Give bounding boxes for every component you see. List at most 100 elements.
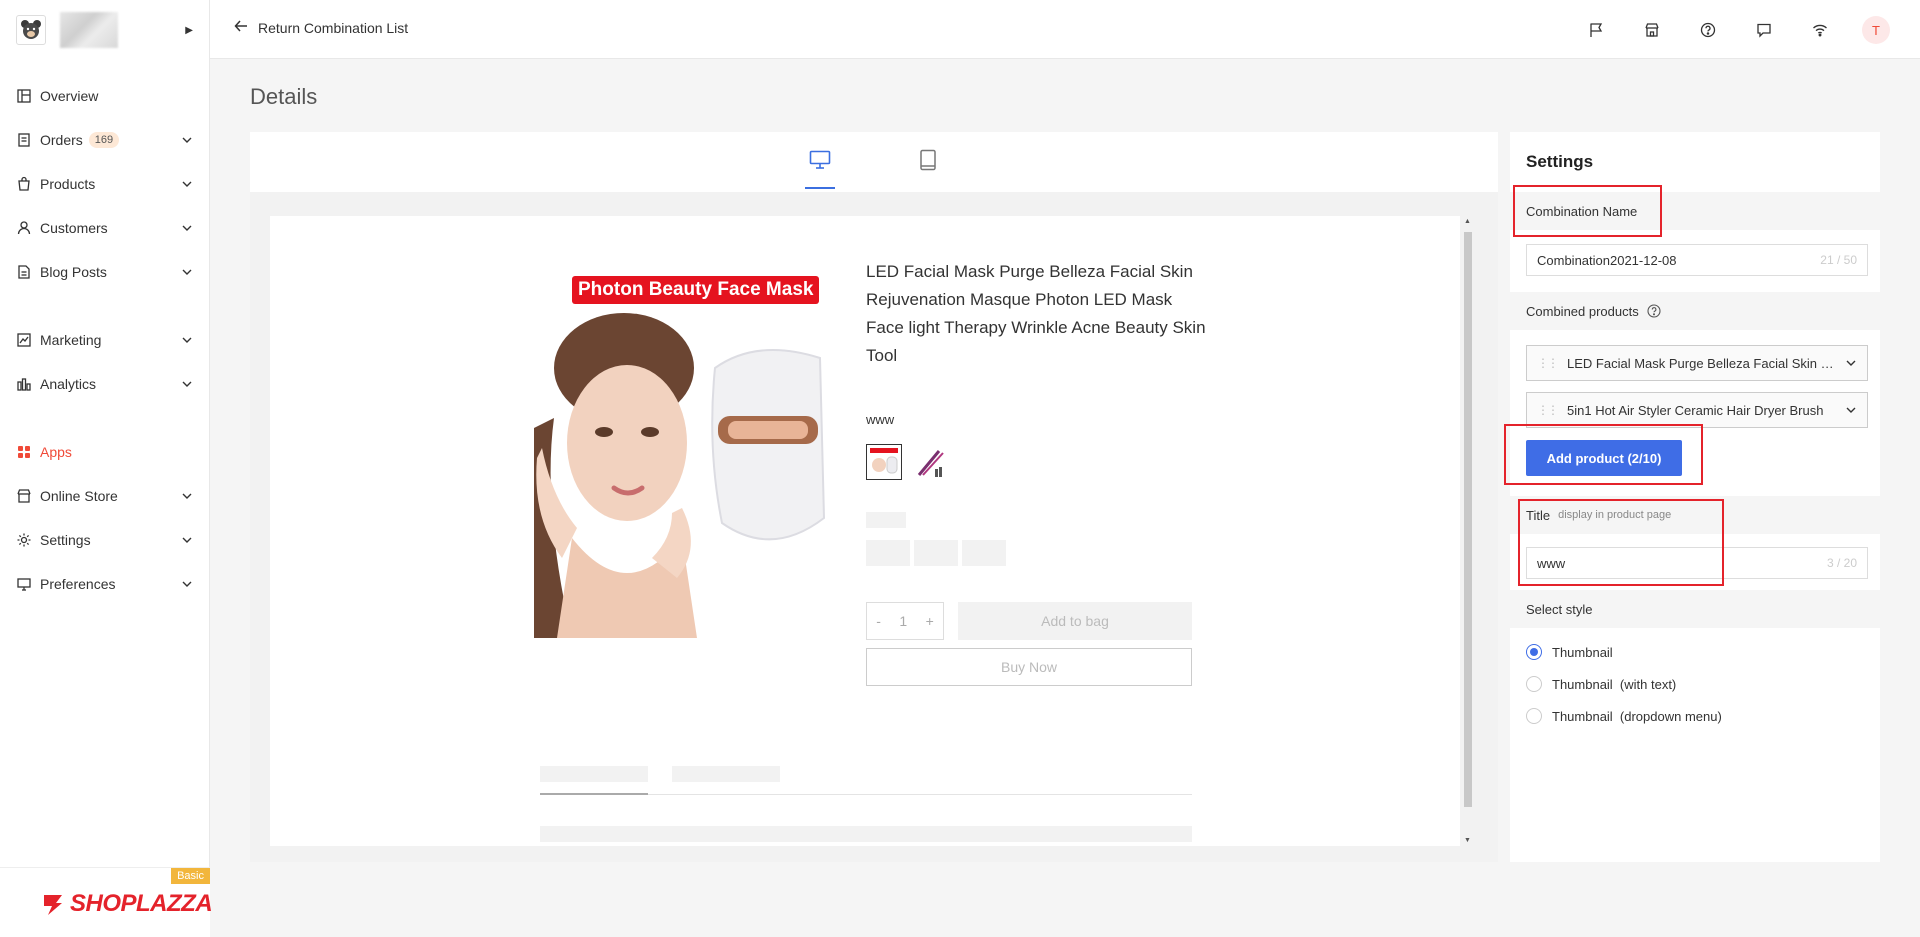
scroll-thumb[interactable] (1464, 232, 1472, 807)
tab-mobile[interactable] (913, 132, 943, 192)
combined-product-select-2[interactable]: ⋮⋮ 5in1 Hot Air Styler Ceramic Hair Drye… (1526, 392, 1868, 428)
product-preview-canvas: Photon Beauty Face Mask LED Facial Mask … (270, 216, 1460, 846)
thumbnail-face-mask[interactable] (866, 444, 902, 480)
option-placeholder (866, 540, 910, 566)
chevron-down-icon (181, 490, 193, 502)
apps-icon (16, 444, 32, 460)
sidebar-footer: Basic SHOPLAZZA (0, 867, 213, 937)
product-image: Photon Beauty Face Mask (532, 276, 832, 638)
nav-item-settings[interactable]: Settings (0, 518, 209, 562)
product-title: LED Facial Mask Purge Belleza Facial Ski… (866, 262, 1206, 365)
nav-item-preferences[interactable]: Preferences (0, 562, 209, 606)
face-mask-thumb-icon (867, 445, 901, 479)
settings-panel: Settings Combination Name Combination202… (1510, 132, 1880, 862)
nav-spacer (0, 294, 209, 318)
hair-dryer-thumb-icon (913, 445, 947, 479)
qty-decrement[interactable]: - (876, 613, 881, 629)
help-circle-icon[interactable] (1647, 304, 1661, 318)
nav-item-apps[interactable]: Apps (0, 430, 209, 474)
tab-desktop[interactable] (805, 132, 835, 192)
style-option-thumbnail-with-text[interactable]: Thumbnail (with text) (1526, 676, 1676, 692)
radio-unselected[interactable] (1526, 708, 1542, 724)
marketing-icon (16, 332, 32, 348)
wifi-icon[interactable] (1806, 16, 1834, 44)
select-style-section: Select style (1510, 590, 1880, 628)
highlight-add-product (1504, 424, 1703, 485)
radio-selected[interactable] (1526, 644, 1542, 660)
return-combination-list-link[interactable]: Return Combination List (234, 19, 408, 36)
flag-icon[interactable] (1582, 16, 1610, 44)
mobile-icon (919, 149, 937, 176)
drag-handle-icon[interactable]: ⋮⋮ (1537, 356, 1559, 370)
help-icon[interactable] (1694, 16, 1722, 44)
top-bar: Return Combination List T (210, 0, 1920, 59)
nav-label: Apps (40, 444, 72, 460)
store-name (60, 12, 118, 48)
nav-label: Blog Posts (40, 264, 107, 280)
scroll-down-icon[interactable]: ▼ (1464, 837, 1471, 844)
chevron-down-icon (181, 578, 193, 590)
nav-item-overview[interactable]: Overview (0, 74, 209, 118)
back-label: Return Combination List (258, 19, 409, 36)
chevron-down-icon (181, 134, 193, 146)
nav-item-marketing[interactable]: Marketing (0, 318, 209, 362)
option-label: www (866, 412, 895, 427)
drag-handle-icon[interactable]: ⋮⋮ (1537, 403, 1559, 417)
chevron-down-icon (1845, 357, 1857, 369)
style-option-label: Thumbnail (with text) (1552, 676, 1677, 692)
blog-icon (16, 264, 32, 280)
orders-icon (16, 132, 32, 148)
scroll-up-icon[interactable]: ▲ (1464, 218, 1471, 225)
store-front-icon[interactable] (1638, 16, 1666, 44)
chevron-down-icon (181, 266, 193, 278)
radio-unselected[interactable] (1526, 676, 1542, 692)
nav-label: Orders (40, 132, 83, 148)
caret-right-icon: ▶ (185, 24, 193, 36)
combined-product-name: LED Facial Mask Purge Belleza Facial Ski… (1567, 355, 1835, 371)
overview-icon (16, 88, 32, 104)
nav-item-blog-posts[interactable]: Blog Posts (0, 250, 209, 294)
qty-increment[interactable]: + (926, 613, 934, 629)
store-icon (16, 488, 32, 504)
store-switcher[interactable]: ▶ (0, 0, 209, 60)
products-icon (16, 176, 32, 192)
preview-scrollbar[interactable]: ▲ ▼ (1462, 216, 1474, 846)
chevron-down-icon (1845, 404, 1857, 416)
user-avatar[interactable]: T (1862, 16, 1890, 44)
nav-label: Overview (40, 88, 99, 104)
store-avatar (16, 15, 46, 45)
nav-item-products[interactable]: Products (0, 162, 209, 206)
main-nav: Overview Orders 169 Products Customers B… (0, 74, 209, 606)
content-placeholder (540, 826, 1192, 842)
chat-icon[interactable] (1750, 16, 1778, 44)
analytics-icon (16, 376, 32, 392)
face-mask-illustration (534, 313, 826, 638)
nav-item-orders[interactable]: Orders 169 (0, 118, 209, 162)
nav-item-analytics[interactable]: Analytics (0, 362, 209, 406)
preview-panel: Photon Beauty Face Mask LED Facial Mask … (250, 132, 1498, 862)
highlight-title (1518, 499, 1724, 586)
style-option-thumbnail[interactable]: Thumbnail (1526, 644, 1613, 660)
nav-item-customers[interactable]: Customers (0, 206, 209, 250)
select-style-label: Select style (1526, 601, 1593, 617)
nav-label: Customers (40, 220, 108, 236)
combined-product-select-1[interactable]: ⋮⋮ LED Facial Mask Purge Belleza Facial … (1526, 345, 1868, 381)
style-option-thumbnail-dropdown[interactable]: Thumbnail (dropdown menu) (1526, 708, 1722, 724)
add-to-bag-button[interactable]: Add to bag (958, 602, 1192, 640)
combined-products-label: Combined products (1526, 303, 1639, 319)
nav-item-online-store[interactable]: Online Store (0, 474, 209, 518)
device-tabs (250, 132, 1498, 192)
thumbnail-hair-dryer[interactable] (912, 444, 948, 480)
page-title: Details (250, 84, 318, 109)
nav-label: Products (40, 176, 96, 192)
combined-products-section: Combined products (1510, 292, 1880, 330)
quantity-stepper[interactable]: - 1 + (866, 602, 944, 640)
style-option-label: Thumbnail (1552, 644, 1613, 660)
highlight-combination-name (1513, 185, 1662, 237)
option-placeholder (962, 540, 1006, 566)
settings-icon (16, 532, 32, 548)
tab-active-indicator (540, 793, 648, 795)
buy-now-button[interactable]: Buy Now (866, 648, 1192, 686)
combination-name-input[interactable]: Combination2021-12-08 21 / 50 (1526, 244, 1868, 276)
combination-name-counter: 21 / 50 (1820, 253, 1857, 267)
